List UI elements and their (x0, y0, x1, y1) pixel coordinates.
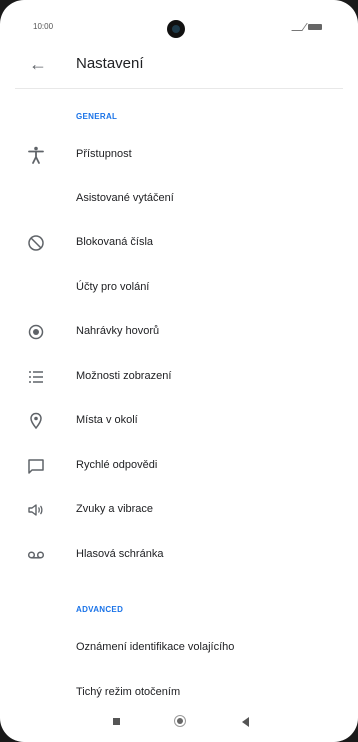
accessibility-icon (28, 146, 44, 164)
settings-item-display-options[interactable]: Možnosti zobrazení (15, 355, 343, 399)
page-title: Nastavení (76, 55, 144, 72)
settings-item-label: Tichý režim otočením (76, 686, 181, 698)
list-icon (29, 371, 43, 383)
phone-screen: 10:00 ← Nastavení GENERAL Přístupnost As… (0, 0, 358, 742)
bezel-corner (332, 0, 358, 26)
section-header-general: GENERAL (76, 112, 118, 121)
app-bar: ← Nastavení (0, 44, 358, 84)
status-icons (291, 23, 322, 31)
back-arrow-icon[interactable]: ← (28, 54, 48, 74)
settings-item-label: Blokovaná čísla (76, 236, 154, 248)
message-icon (28, 459, 44, 474)
nav-back-button[interactable] (242, 717, 249, 727)
settings-item-accessibility[interactable]: Přístupnost (15, 133, 343, 177)
location-icon (30, 412, 42, 430)
sound-icon (28, 504, 43, 516)
settings-item-assisted-dialing[interactable]: Asistované vytáčení (15, 177, 343, 221)
signal-icon (291, 23, 308, 31)
settings-item-label: Rychlé odpovědi (76, 459, 158, 471)
settings-item-label: Přístupnost (76, 148, 132, 160)
front-camera (167, 20, 185, 38)
settings-item-calling-accounts[interactable]: Účty pro volání (15, 266, 343, 310)
settings-item-label: Hlasová schránka (76, 548, 164, 560)
settings-item-voicemail[interactable]: Hlasová schránka (15, 533, 343, 577)
header-divider (15, 88, 343, 89)
bezel-corner (0, 716, 26, 742)
block-icon (28, 235, 44, 251)
home-button[interactable] (174, 715, 186, 727)
settings-item-label: Účty pro volání (76, 281, 150, 293)
settings-item-label: Oznámení identifikace volajícího (76, 641, 235, 653)
bezel-corner (332, 716, 358, 742)
settings-item-label: Asistované vytáčení (76, 192, 174, 204)
settings-item-sounds-vibration[interactable]: Zvuky a vibrace (15, 488, 343, 532)
battery-icon (308, 24, 322, 30)
recents-button[interactable] (113, 718, 120, 725)
bezel-corner (0, 0, 26, 26)
record-icon (28, 324, 44, 340)
settings-item-call-recording[interactable]: Nahrávky hovorů (15, 310, 343, 354)
status-bar: 10:00 (0, 0, 358, 40)
settings-item-caller-id[interactable]: Oznámení identifikace volajícího (15, 626, 343, 670)
settings-item-blocked-numbers[interactable]: Blokovaná čísla (15, 221, 343, 265)
settings-item-quick-responses[interactable]: Rychlé odpovědi (15, 444, 343, 488)
navigation-bar (0, 702, 358, 742)
settings-item-label: Možnosti zobrazení (76, 370, 172, 382)
settings-item-nearby-places[interactable]: Místa v okolí (15, 399, 343, 443)
settings-item-label: Místa v okolí (76, 414, 138, 426)
status-time: 10:00 (33, 22, 54, 31)
section-header-advanced: ADVANCED (76, 605, 124, 614)
voicemail-icon (27, 551, 45, 559)
settings-item-label: Zvuky a vibrace (76, 503, 154, 515)
settings-item-label: Nahrávky hovorů (76, 325, 160, 337)
